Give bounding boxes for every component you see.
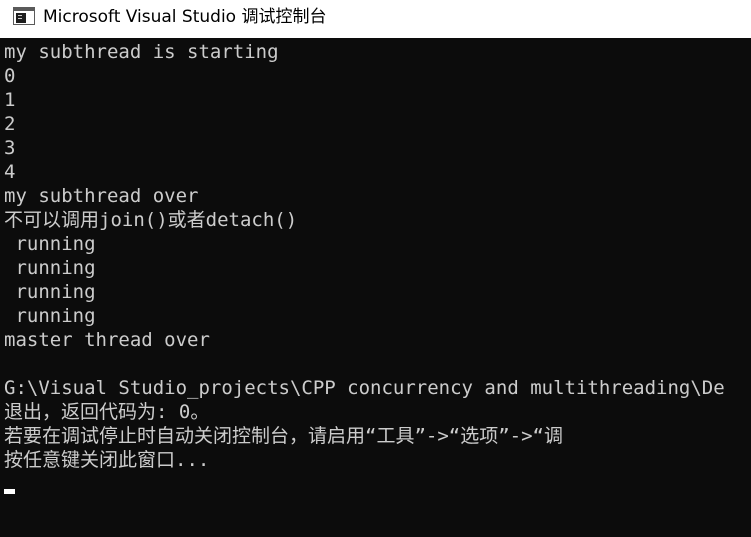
console-line: 若要在调试停止时自动关闭控制台，请启用“工具”->“选项”->“调 bbox=[4, 425, 563, 447]
console-line: G:\Visual Studio_projects\CPP concurrenc… bbox=[4, 377, 725, 399]
console-line: 按任意键关闭此窗口... bbox=[4, 449, 210, 471]
console-line: 不可以调用join()或者detach() bbox=[4, 209, 298, 231]
console-line: 1 bbox=[4, 89, 16, 111]
console-line: running bbox=[4, 257, 96, 279]
console-line: running bbox=[4, 233, 96, 255]
title-bar[interactable]: Microsoft Visual Studio 调试控制台 bbox=[0, 0, 751, 38]
console-line: running bbox=[4, 281, 96, 303]
console-line: my subthread is starting bbox=[4, 41, 279, 63]
console-line: master thread over bbox=[4, 329, 210, 351]
console-line: running bbox=[4, 305, 96, 327]
console-line: my subthread over bbox=[4, 185, 199, 207]
console-line: 3 bbox=[4, 137, 16, 159]
text-cursor bbox=[4, 489, 15, 494]
console-line: 退出，返回代码为: 0。 bbox=[4, 401, 210, 423]
console-window: Microsoft Visual Studio 调试控制台 my subthre… bbox=[0, 0, 751, 537]
console-line: 2 bbox=[4, 113, 16, 135]
console-line: 0 bbox=[4, 65, 16, 87]
console-app-icon bbox=[13, 7, 35, 25]
console-line: 4 bbox=[4, 161, 16, 183]
console-output[interactable]: my subthread is starting 0 1 2 3 4 my su… bbox=[0, 40, 751, 537]
window-title: Microsoft Visual Studio 调试控制台 bbox=[43, 7, 327, 27]
